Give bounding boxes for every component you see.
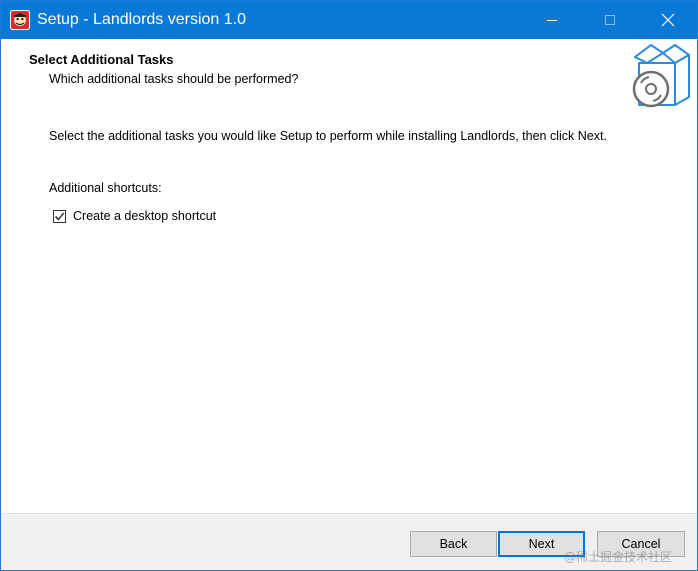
task-desktop-shortcut[interactable]: Create a desktop shortcut [53, 207, 216, 225]
watermark-text: @稀土掘金技术社区 [564, 550, 673, 564]
close-icon [661, 13, 675, 27]
maximize-button[interactable] [581, 1, 639, 39]
landlords-app-icon[interactable] [10, 10, 30, 30]
setup-box-disc-icon [629, 43, 693, 109]
checkmark-icon [55, 212, 65, 220]
wizard-header: Select Additional Tasks Which additional… [1, 39, 697, 111]
maximize-icon [605, 15, 615, 25]
minimize-icon [547, 20, 557, 21]
additional-shortcuts-label: Additional shortcuts: [49, 181, 162, 195]
title-bar[interactable]: Setup - Landlords version 1.0 [1, 1, 697, 39]
instructions-text: Select the additional tasks you would li… [49, 129, 607, 143]
desktop-shortcut-label: Create a desktop shortcut [73, 209, 217, 223]
page-subtitle: Which additional tasks should be perform… [49, 72, 299, 86]
back-button[interactable]: Back [410, 531, 497, 557]
page-title: Select Additional Tasks [29, 52, 174, 67]
window-title: Setup - Landlords version 1.0 [37, 11, 247, 28]
close-button[interactable] [639, 1, 697, 39]
minimize-button[interactable] [523, 1, 581, 39]
desktop-shortcut-checkbox[interactable] [53, 209, 66, 223]
setup-window: Setup - Landlords version 1.0 Select Add… [0, 0, 698, 571]
